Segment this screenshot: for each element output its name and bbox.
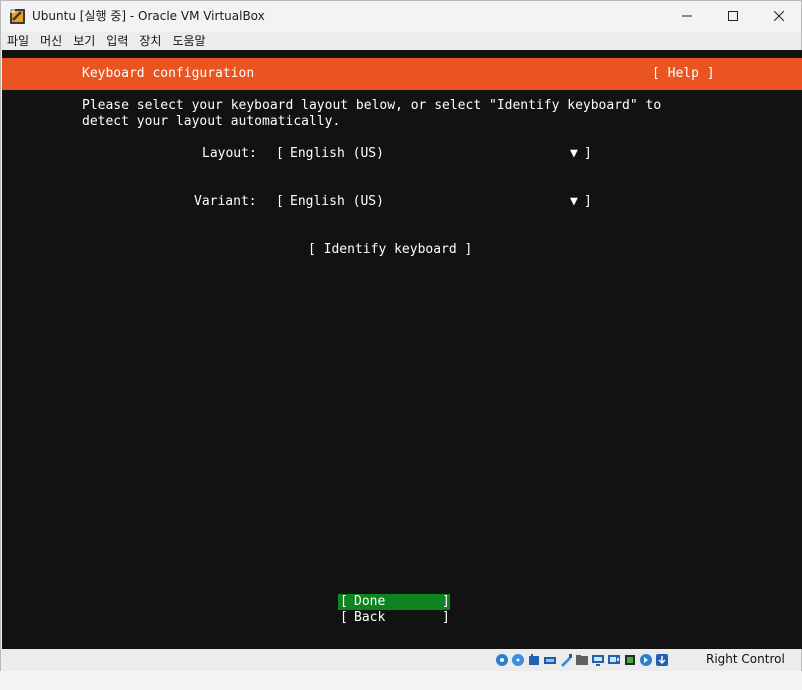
virtualbox-app-icon — [9, 8, 26, 25]
host-key-label: Right Control — [706, 652, 785, 666]
virtualbox-window: Ubuntu [실행 중] - Oracle VM VirtualBox 파일 … — [0, 0, 802, 671]
mouse-integration-icon[interactable] — [639, 652, 653, 667]
back-label: Back — [354, 610, 386, 625]
variant-select[interactable]: [ English (US) ▼ ] — [276, 194, 594, 210]
network-icon[interactable] — [543, 652, 557, 667]
vm-screen[interactable]: Keyboard configuration [ Help ] Please s… — [2, 50, 802, 649]
minimize-button[interactable] — [664, 1, 710, 31]
maximize-button[interactable] — [710, 1, 756, 31]
identify-keyboard-button[interactable]: [ Identify keyboard ] — [308, 242, 472, 258]
dropdown-arrow-icon: ▼ — [570, 194, 578, 209]
cpu-icon[interactable] — [623, 652, 637, 667]
hard-disk-icon[interactable] — [495, 652, 509, 667]
close-button[interactable] — [756, 1, 802, 31]
back-close-bracket: ] — [442, 610, 450, 625]
layout-select-open-bracket: [ — [276, 146, 284, 161]
recording-icon[interactable] — [607, 652, 621, 667]
keyboard-icon[interactable] — [655, 652, 669, 667]
minimize-icon — [682, 15, 692, 17]
usb-icon[interactable] — [559, 652, 573, 667]
layout-select[interactable]: [ English (US) ▼ ] — [276, 146, 594, 162]
layout-label: Layout: — [202, 146, 257, 161]
menu-devices[interactable]: 장치 — [133, 32, 166, 50]
back-button[interactable]: [ Back ] — [338, 610, 450, 626]
variant-label: Variant: — [194, 194, 257, 209]
intro-text: Please select your keyboard layout below… — [82, 98, 661, 130]
intro-line-1: Please select your keyboard layout below… — [82, 98, 662, 113]
layout-select-value: English (US) — [290, 146, 384, 161]
dropdown-arrow-icon: ▼ — [570, 146, 578, 161]
title-bar[interactable]: Ubuntu [실행 중] - Oracle VM VirtualBox — [1, 1, 801, 32]
installer-header: Keyboard configuration [ Help ] — [2, 58, 802, 90]
status-bar: Right Control — [1, 649, 801, 671]
menu-bar: 파일 머신 보기 입력 장치 도움말 — [1, 32, 801, 50]
done-label: Done — [354, 594, 386, 609]
help-button[interactable]: [ Help ] — [652, 66, 715, 82]
menu-view[interactable]: 보기 — [67, 32, 100, 50]
variant-select-open-bracket: [ — [276, 194, 284, 209]
done-close-bracket: ] — [442, 594, 450, 609]
display-icon[interactable] — [591, 652, 605, 667]
menu-input[interactable]: 입력 — [100, 32, 133, 50]
variant-select-close-bracket: ] — [584, 194, 592, 209]
back-open-bracket: [ — [340, 610, 348, 625]
done-button[interactable]: [ Done ] — [338, 594, 450, 610]
status-icons — [495, 652, 669, 667]
intro-line-2: detect your layout automatically. — [82, 114, 341, 129]
window-title: Ubuntu [실행 중] - Oracle VM VirtualBox — [32, 9, 265, 23]
audio-icon[interactable] — [527, 652, 541, 667]
layout-select-close-bracket: ] — [584, 146, 592, 161]
menu-machine[interactable]: 머신 — [34, 32, 67, 50]
done-open-bracket: [ — [340, 594, 348, 609]
menu-help[interactable]: 도움말 — [166, 32, 210, 50]
menu-file[interactable]: 파일 — [1, 32, 34, 50]
page-title: Keyboard configuration — [82, 66, 255, 81]
close-icon — [774, 11, 784, 21]
shared-folders-icon[interactable] — [575, 652, 589, 667]
variant-select-value: English (US) — [290, 194, 384, 209]
maximize-icon — [728, 11, 738, 21]
optical-drive-icon[interactable] — [511, 652, 525, 667]
